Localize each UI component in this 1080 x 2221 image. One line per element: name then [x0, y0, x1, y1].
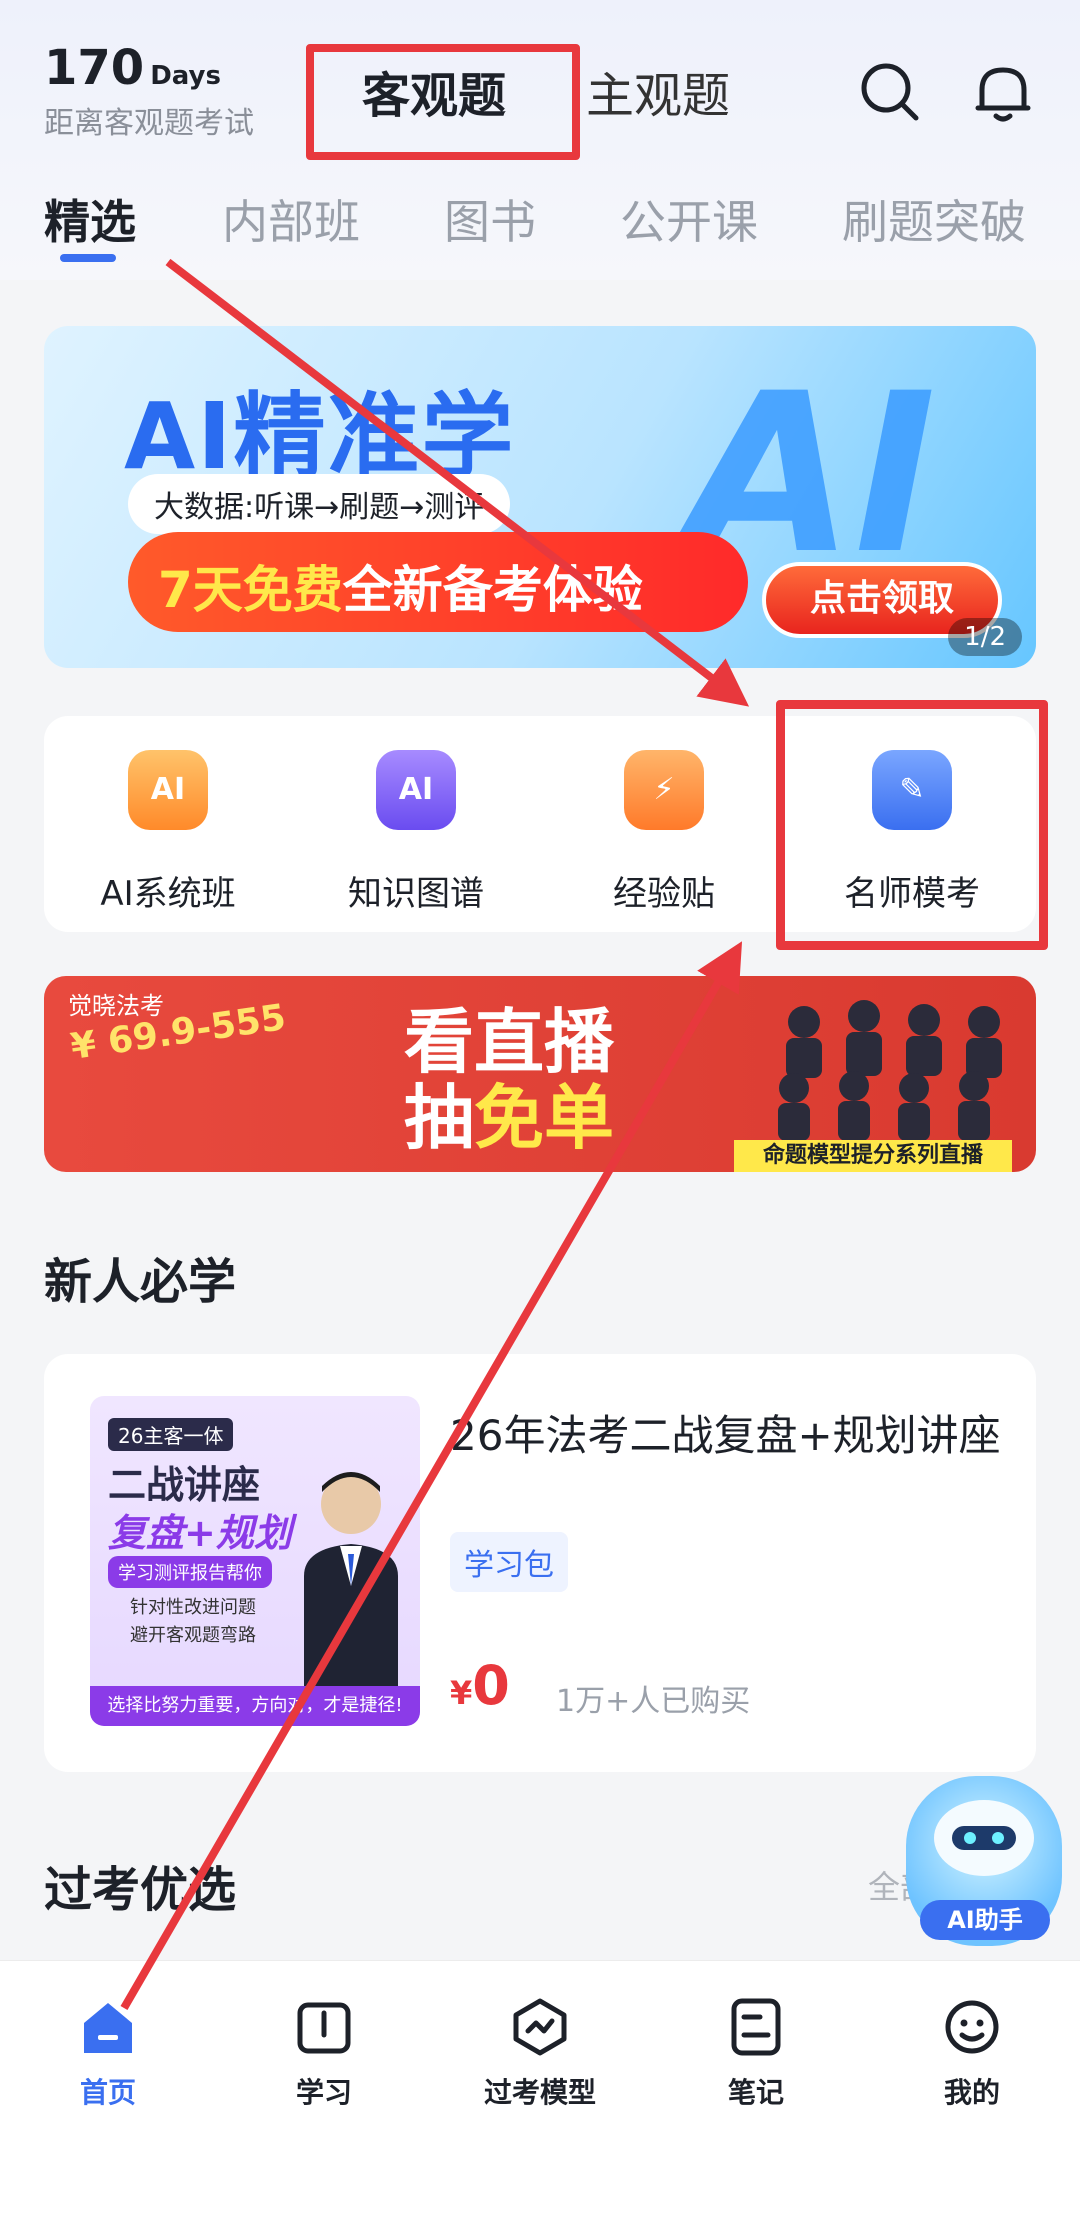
active-tab-indicator: [60, 254, 116, 262]
course-thumbnail: 26主客一体 二战讲座 复盘+规划 学习测评报告帮你 针对性改进问题 避开客观题…: [90, 1396, 420, 1726]
price-value: 0: [472, 1654, 510, 1717]
banner-pill: 大数据:听课→刷题→测评: [128, 474, 511, 534]
section-title-guoka: 过考优选: [44, 1862, 237, 1918]
banner-promo: 7天免费全新备考体验: [128, 532, 748, 632]
live-line1: 看直播: [404, 1001, 614, 1083]
countdown-subtitle: 距离客观题考试: [44, 106, 254, 141]
annotation-highlight-box: [776, 700, 1048, 950]
live-series-strip: 命题模型提分系列直播: [734, 1140, 1012, 1172]
live-stream-banner[interactable]: 觉晓法考 ¥ 69.9-555 看直播 抽免单 命题模型提分系列直播: [44, 976, 1036, 1172]
course-card[interactable]: 26主客一体 二战讲座 复盘+规划 学习测评报告帮你 针对性改进问题 避开客观题…: [44, 1354, 1036, 1772]
thumb-line3: 学习测评报告帮你: [108, 1556, 272, 1588]
course-title: 26年法考二战复盘+规划讲座: [450, 1411, 1001, 1460]
thumb-tag: 26主客一体: [108, 1418, 234, 1451]
annotation-highlight-box: [306, 44, 580, 160]
home-icon: [84, 2003, 132, 2053]
ai-class-icon: AI: [128, 750, 208, 830]
tab-practice[interactable]: 刷题突破: [842, 186, 1026, 252]
promo-banner[interactable]: AI AI精准学 大数据:听课→刷题→测评 7天免费全新备考体验 点击领取 1/…: [44, 326, 1036, 668]
entry-label: 知识图谱: [348, 874, 484, 914]
tab-model[interactable]: 过考模型: [432, 1995, 648, 2111]
teacher-portrait: [304, 1472, 398, 1686]
model-icon: [513, 1998, 567, 2056]
live-line2-highlight: 免单: [474, 1077, 614, 1159]
thumb-line1: 二战讲座: [108, 1463, 261, 1507]
tab-label: 我的: [943, 2076, 1000, 2109]
tab-home[interactable]: 首页: [0, 1995, 216, 2111]
tab-study[interactable]: 学习: [216, 1995, 432, 2111]
tab-open-course[interactable]: 公开课: [620, 186, 758, 252]
bell-icon[interactable]: [968, 58, 1038, 128]
exam-countdown: 170 Days 距离客观题考试: [44, 40, 254, 142]
entry-knowledge-graph[interactable]: AI 知识图谱: [292, 716, 540, 932]
course-price: ¥0: [450, 1654, 510, 1717]
bottom-tab-bar: 首页 学习 过考模型 笔记 我的: [0, 1960, 1080, 2221]
tab-featured[interactable]: 精选: [44, 186, 136, 252]
tab-subjective[interactable]: 主观题: [586, 56, 730, 126]
book-icon: [297, 2002, 351, 2054]
banner-page-indicator: 1/2: [948, 618, 1022, 656]
ai-assistant-button[interactable]: AI助手: [906, 1776, 1062, 1946]
course-tag: 学习包: [450, 1532, 568, 1592]
lightning-icon: ⚡: [624, 750, 704, 830]
ai-mascot-icon: [934, 1800, 1034, 1876]
tab-profile[interactable]: 我的: [864, 1995, 1080, 2111]
countdown-unit: Days: [150, 61, 221, 91]
live-line2-prefix: 抽: [404, 1077, 474, 1159]
thumb-line2: 复盘+规划: [108, 1511, 292, 1555]
teachers-photo: [778, 1000, 1002, 1141]
entry-ai-system-class[interactable]: AI AI系统班: [44, 716, 292, 932]
tab-label: 过考模型: [483, 2076, 596, 2109]
thumb-points: 针对性改进问题 避开客观题弯路: [130, 1594, 256, 1650]
tab-books[interactable]: 图书: [444, 186, 536, 252]
entry-label: AI系统班: [100, 874, 236, 914]
price-symbol: ¥: [450, 1674, 473, 1712]
banner-promo-highlight: 7天免费: [158, 561, 343, 619]
category-tabs: 精选 内部班 图书 公开课 刷题突破: [0, 186, 1080, 256]
tab-label: 学习: [295, 2076, 352, 2109]
countdown-number: 170: [44, 40, 145, 96]
tab-internal-class[interactable]: 内部班: [222, 186, 360, 252]
profile-icon: [945, 2000, 999, 2054]
thumb-bottom-strip: 选择比努力重要，方向对，才是捷径!: [90, 1686, 420, 1726]
banner-promo-rest: 全新备考体验: [342, 561, 643, 619]
buyer-count: 1万+人已购买: [556, 1684, 751, 1719]
ai-assistant-label: AI助手: [920, 1900, 1050, 1940]
thumb-line5: 避开客观题弯路: [130, 1625, 256, 1646]
knowledge-graph-icon: AI: [376, 750, 456, 830]
entry-experience-posts[interactable]: ⚡ 经验贴: [540, 716, 788, 932]
tab-label: 笔记: [727, 2076, 784, 2109]
entry-label: 经验贴: [613, 874, 715, 914]
tab-label: 首页: [79, 2076, 136, 2109]
section-title-new-user: 新人必学: [44, 1254, 237, 1310]
note-icon: [731, 1998, 781, 2056]
thumb-line4: 针对性改进问题: [130, 1597, 256, 1618]
live-headline: 看直播 抽免单: [404, 1004, 614, 1156]
search-icon[interactable]: [856, 58, 926, 128]
tab-notes[interactable]: 笔记: [648, 1995, 864, 2111]
